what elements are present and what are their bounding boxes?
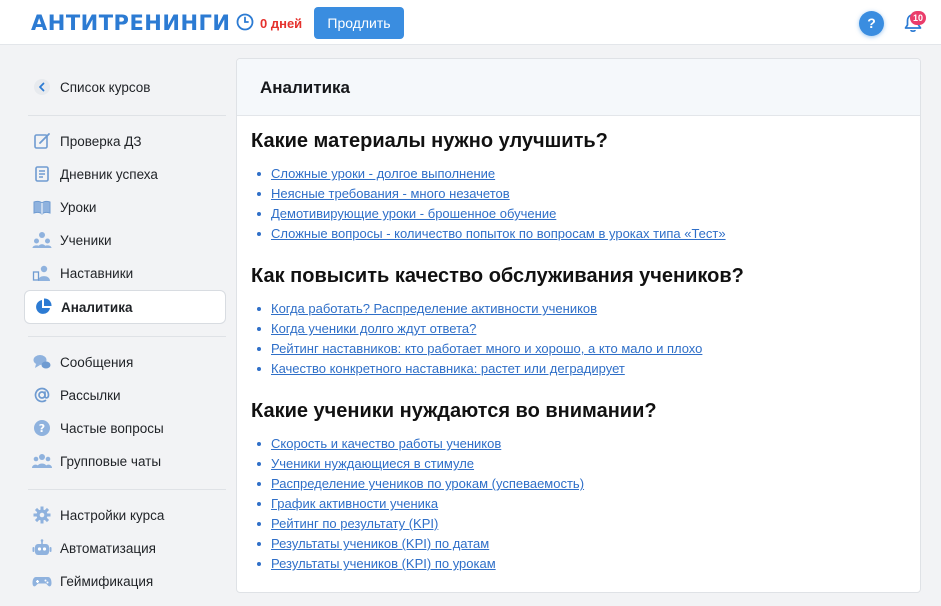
gamepad-icon: [32, 571, 52, 591]
svg-text:?: ?: [39, 422, 45, 435]
sidebar-divider: [28, 489, 226, 490]
link-demotivating-lessons[interactable]: Демотивирующие уроки - брошенное обучени…: [271, 206, 556, 221]
list-bullet: [257, 482, 261, 486]
link-hard-lessons[interactable]: Сложные уроки - долгое выполнение: [271, 166, 495, 181]
back-arrow-icon: [32, 77, 52, 97]
link-unclear-requirements[interactable]: Неясные требования - много незачетов: [271, 186, 510, 201]
link-mentor-quality[interactable]: Качество конкретного наставника: растет …: [271, 361, 625, 376]
sidebar-item-label: Рассылки: [60, 387, 121, 403]
sidebar-item-label: Проверка ДЗ: [60, 133, 142, 149]
robot-icon: [32, 538, 52, 558]
sidebar-item-label: Настройки курса: [60, 507, 165, 523]
sidebar-item-messages[interactable]: Сообщения: [24, 345, 226, 379]
panel-header: Аналитика: [237, 59, 920, 116]
link-kpi-by-lessons[interactable]: Результаты учеников (KPI) по урокам: [271, 556, 496, 571]
list-bullet: [257, 212, 261, 216]
analytics-pie-icon: [33, 297, 53, 317]
link-students-distribution[interactable]: Распределение учеников по урокам (успева…: [271, 476, 584, 491]
messages-icon: [32, 352, 52, 372]
sidebar-item-label: Частые вопросы: [60, 420, 164, 436]
clock-icon: [236, 13, 254, 31]
link-students-need-stimulus[interactable]: Ученики нуждающиеся в стимуле: [271, 456, 474, 471]
sidebar-item-faq[interactable]: ? Частые вопросы: [24, 411, 226, 445]
link-waiting-answers[interactable]: Когда ученики долго ждут ответа?: [271, 321, 476, 336]
section-title-service-quality: Как повысить качество обслуживания учени…: [251, 265, 744, 287]
list-bullet: [257, 367, 261, 371]
sidebar-item-label: Групповые чаты: [60, 453, 162, 469]
diary-icon: [32, 164, 52, 184]
sidebar-item-label: Дневник успеха: [60, 166, 158, 182]
sidebar-item-mentors[interactable]: Наставники: [24, 256, 226, 290]
sidebar-item-label: Геймификация: [60, 573, 154, 589]
sidebar-item-mailing[interactable]: Рассылки: [24, 378, 226, 412]
list-bullet: [257, 192, 261, 196]
link-students-speed-quality[interactable]: Скорость и качество работы учеников: [271, 436, 501, 451]
sidebar-item-course-list[interactable]: Список курсов: [24, 70, 226, 104]
sidebar-item-homework-check[interactable]: Проверка ДЗ: [24, 124, 226, 158]
list-bullet: [257, 232, 261, 236]
sidebar-item-diary[interactable]: Дневник успеха: [24, 157, 226, 191]
section-title-students-attention: Какие ученики нуждаются во внимании?: [251, 400, 657, 422]
sidebar-item-label: Список курсов: [60, 79, 151, 95]
analytics-panel: Аналитика Какие материалы нужно улучшить…: [236, 58, 921, 593]
sidebar-item-group-chats[interactable]: Групповые чаты: [24, 444, 226, 478]
group-chat-icon: [32, 451, 52, 471]
sidebar-item-label: Аналитика: [61, 299, 133, 315]
sidebar-item-label: Уроки: [60, 199, 97, 215]
list-bullet: [257, 562, 261, 566]
section-title-materials: Какие материалы нужно улучшить?: [251, 130, 608, 152]
list-bullet: [257, 522, 261, 526]
link-mentor-rating[interactable]: Рейтинг наставников: кто работает много …: [271, 341, 702, 356]
list-bullet: [257, 502, 261, 506]
page-title: Аналитика: [260, 78, 350, 97]
sidebar-item-gamification[interactable]: Геймификация: [24, 564, 226, 598]
mailing-at-icon: [32, 385, 52, 405]
list-bullet: [257, 347, 261, 351]
renew-button[interactable]: Продлить: [314, 7, 404, 39]
sidebar-item-lessons[interactable]: Уроки: [24, 190, 226, 224]
sidebar-item-label: Сообщения: [60, 354, 134, 370]
link-hard-questions[interactable]: Сложные вопросы - количество попыток по …: [271, 226, 726, 241]
link-kpi-rating[interactable]: Рейтинг по результату (KPI): [271, 516, 438, 531]
list-bullet: [257, 172, 261, 176]
link-activity-distribution[interactable]: Когда работать? Распределение активности…: [271, 301, 597, 316]
list-bullet: [257, 442, 261, 446]
list-bullet: [257, 462, 261, 466]
logo[interactable]: АНТИТРЕНИНГИ: [31, 11, 230, 35]
gear-icon: [32, 505, 52, 525]
link-student-activity-chart[interactable]: График активности ученика: [271, 496, 438, 511]
students-icon: [32, 230, 52, 250]
top-header: АНТИТРЕНИНГИ 0 дней Продлить ? 10: [0, 0, 941, 45]
days-left-text: 0 дней: [260, 16, 303, 31]
help-button[interactable]: ?: [859, 11, 884, 36]
notifications-badge: 10: [910, 11, 926, 25]
link-kpi-by-dates[interactable]: Результаты учеников (KPI) по датам: [271, 536, 489, 551]
sidebar-divider: [28, 115, 226, 116]
sidebar-divider: [28, 336, 226, 337]
homework-check-icon: [32, 131, 52, 151]
sidebar-item-automation[interactable]: Автоматизация: [24, 531, 226, 565]
faq-icon: ?: [32, 418, 52, 438]
sidebar-item-course-settings[interactable]: Настройки курса: [24, 498, 226, 532]
list-bullet: [257, 327, 261, 331]
sidebar-item-students[interactable]: Ученики: [24, 223, 226, 257]
sidebar-item-label: Наставники: [60, 265, 134, 281]
list-bullet: [257, 542, 261, 546]
sidebar-item-analytics[interactable]: Аналитика: [24, 290, 226, 324]
sidebar-item-label: Ученики: [60, 232, 112, 248]
mentors-icon: [32, 263, 52, 283]
sidebar-item-label: Автоматизация: [60, 540, 156, 556]
list-bullet: [257, 307, 261, 311]
lessons-book-icon: [32, 197, 52, 217]
